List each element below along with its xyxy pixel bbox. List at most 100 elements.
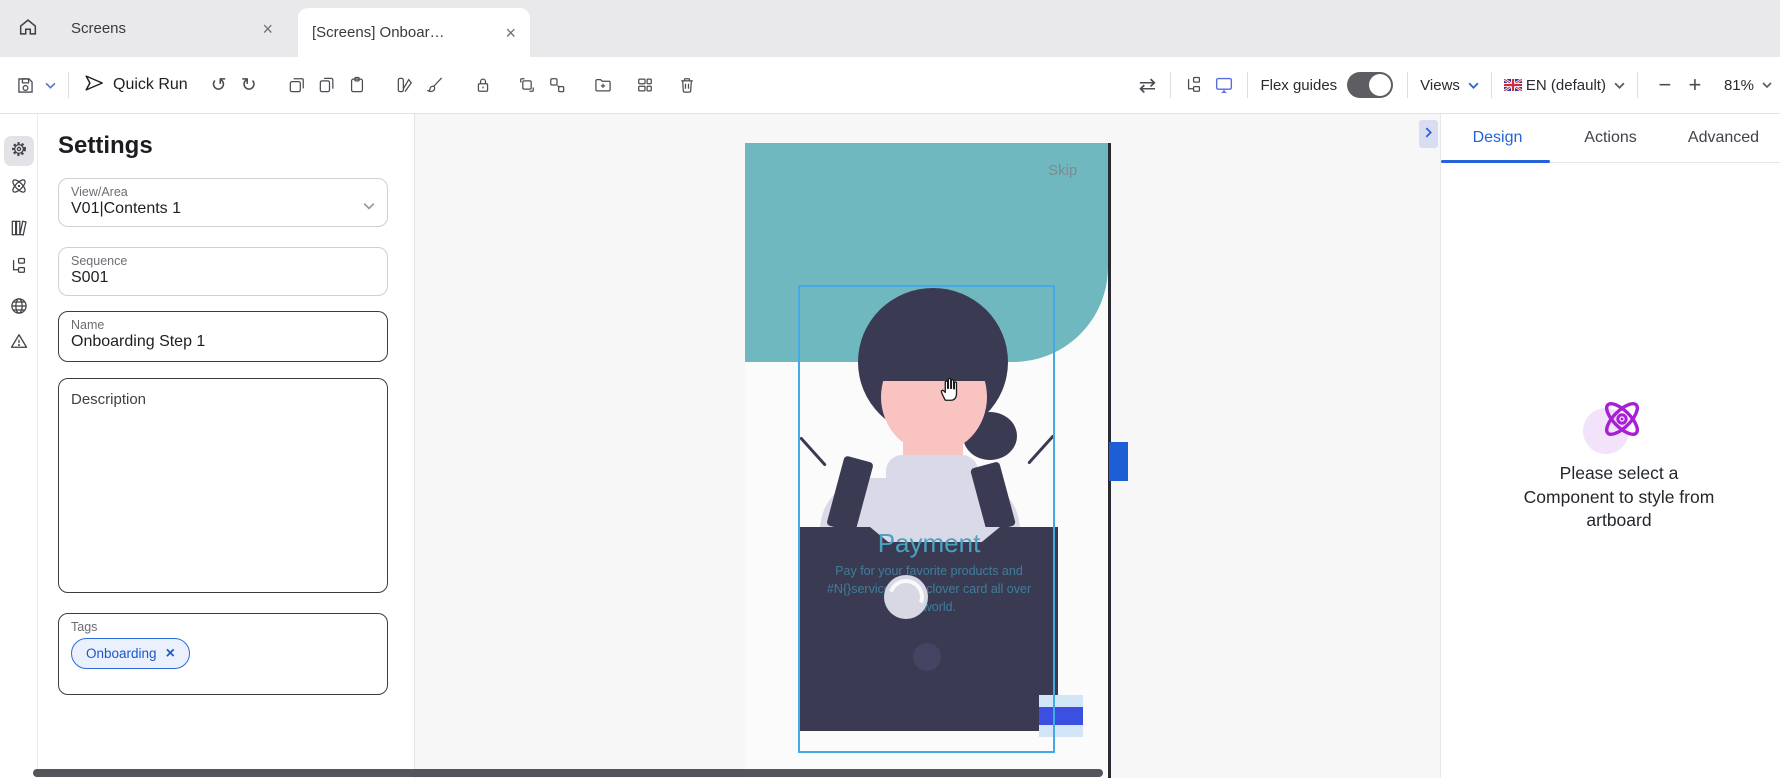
sync-icon: ⇄ <box>1139 74 1157 97</box>
chevron-down-icon <box>45 82 56 89</box>
chevron-down-icon <box>1762 82 1772 88</box>
save-button[interactable] <box>10 70 40 100</box>
quick-run-button[interactable]: Quick Run <box>83 72 188 99</box>
description-field[interactable]: Description <box>58 378 388 593</box>
sync-button[interactable]: ⇄ <box>1132 73 1162 98</box>
toolbar: Quick Run ↺ ↻ <box>0 57 1780 114</box>
atom-icon <box>1598 395 1646 448</box>
field-label: Tags <box>71 620 375 634</box>
sidebar-item-warnings[interactable] <box>4 328 34 358</box>
selection-outline[interactable] <box>798 285 1055 753</box>
brush-button[interactable] <box>420 70 450 100</box>
tab-screens[interactable]: Screens × <box>57 0 287 57</box>
divider <box>1247 72 1248 98</box>
field-label: Description <box>71 385 375 408</box>
paste-button[interactable] <box>342 70 372 100</box>
tree-view-button[interactable] <box>1179 70 1209 100</box>
field-label: Sequence <box>71 254 375 268</box>
canvas[interactable]: Skip Payment Pay for your favorite produ… <box>415 114 1440 778</box>
tree-view-icon <box>1184 75 1204 95</box>
ungroup-button[interactable] <box>542 70 572 100</box>
sidebar-item-library[interactable] <box>4 215 34 245</box>
horizontal-scrollbar[interactable] <box>33 769 1103 777</box>
settings-panel: Settings View/Area Sequence Name Descrip… <box>38 114 415 778</box>
divider <box>1491 72 1492 98</box>
quick-run-label: Quick Run <box>113 76 188 94</box>
delete-button[interactable] <box>672 70 702 100</box>
description-value[interactable] <box>71 408 371 576</box>
tab-label: [Screens] Onboar… <box>312 24 487 41</box>
close-icon[interactable]: × <box>262 20 273 38</box>
components-grid-icon <box>635 75 655 95</box>
close-icon[interactable]: × <box>505 24 516 42</box>
divider <box>1637 72 1638 98</box>
sequence-field[interactable]: Sequence <box>58 247 388 296</box>
tab-advanced[interactable]: Advanced <box>1667 114 1780 162</box>
inspector-panel: Design Actions Advanced Please select a … <box>1440 114 1780 778</box>
inspector-tabs: Design Actions Advanced <box>1441 114 1780 163</box>
lock-button[interactable] <box>468 70 498 100</box>
home-button[interactable] <box>8 13 48 45</box>
zoom-out-button[interactable]: − <box>1650 72 1680 98</box>
flex-guides-toggle[interactable] <box>1347 72 1393 98</box>
panel-title: Settings <box>58 132 153 160</box>
inspector-collapse-button[interactable] <box>1419 120 1438 148</box>
globe-icon <box>9 296 29 321</box>
minus-icon: − <box>1659 72 1672 97</box>
tab-design[interactable]: Design <box>1441 114 1554 162</box>
skip-link: Skip <box>1048 162 1077 179</box>
sidebar-item-hierarchy[interactable] <box>4 253 34 283</box>
sequence-value[interactable] <box>71 268 351 287</box>
left-icon-rail <box>0 114 38 778</box>
home-icon <box>17 16 39 43</box>
books-icon <box>9 218 29 243</box>
zoom-level-dropdown[interactable]: 81% <box>1724 77 1754 94</box>
brush-icon <box>425 75 445 95</box>
empty-state-message: Please select a Component to style from … <box>1469 462 1769 533</box>
divider <box>1170 72 1171 98</box>
language-dropdown[interactable]: EN (default) <box>1526 77 1606 94</box>
divider <box>68 72 69 98</box>
theme-swatch-icon <box>395 75 415 95</box>
sidebar-item-components[interactable] <box>4 173 34 203</box>
artboard-resize-handle[interactable] <box>1109 442 1128 481</box>
tab-actions[interactable]: Actions <box>1554 114 1667 162</box>
views-dropdown[interactable]: Views <box>1420 77 1460 94</box>
tag-chip-onboarding[interactable]: Onboarding × <box>71 638 190 669</box>
zoom-in-button[interactable]: + <box>1680 72 1710 98</box>
save-options-button[interactable] <box>40 70 60 100</box>
undo-icon: ↺ <box>211 75 227 96</box>
folder-plus-icon <box>593 75 613 95</box>
lock-icon <box>473 75 493 95</box>
duplicate-icon <box>287 75 307 95</box>
duplicate-button[interactable] <box>282 70 312 100</box>
chevron-right-icon <box>1425 125 1432 143</box>
copy-button[interactable] <box>312 70 342 100</box>
theme-button[interactable] <box>390 70 420 100</box>
tags-field[interactable]: Tags Onboarding × <box>58 613 388 695</box>
paste-icon <box>347 75 367 95</box>
tag-label: Onboarding <box>86 646 157 661</box>
warning-triangle-icon <box>9 331 29 356</box>
sidebar-item-settings[interactable] <box>4 136 34 166</box>
field-label: View/Area <box>71 185 375 199</box>
empty-state-line: Please select a <box>1469 462 1769 486</box>
group-icon <box>517 75 537 95</box>
remove-tag-icon[interactable]: × <box>166 646 175 662</box>
copy-icon <box>317 75 337 95</box>
trash-icon <box>677 75 697 95</box>
tab-screens-onboarding[interactable]: [Screens] Onboar… × <box>298 8 530 57</box>
name-field[interactable]: Name <box>58 311 388 362</box>
tree-view-icon <box>9 256 29 281</box>
monitor-icon <box>1213 74 1235 96</box>
device-preview-button[interactable] <box>1209 70 1239 100</box>
components-button[interactable] <box>630 70 660 100</box>
name-value[interactable] <box>71 332 351 351</box>
sidebar-item-localization[interactable] <box>4 293 34 323</box>
view-area-select[interactable]: View/Area <box>58 178 388 227</box>
group-button[interactable] <box>512 70 542 100</box>
view-area-value[interactable] <box>71 199 351 218</box>
redo-button[interactable]: ↻ <box>234 74 264 97</box>
undo-button[interactable]: ↺ <box>204 74 234 97</box>
add-folder-button[interactable] <box>588 70 618 100</box>
